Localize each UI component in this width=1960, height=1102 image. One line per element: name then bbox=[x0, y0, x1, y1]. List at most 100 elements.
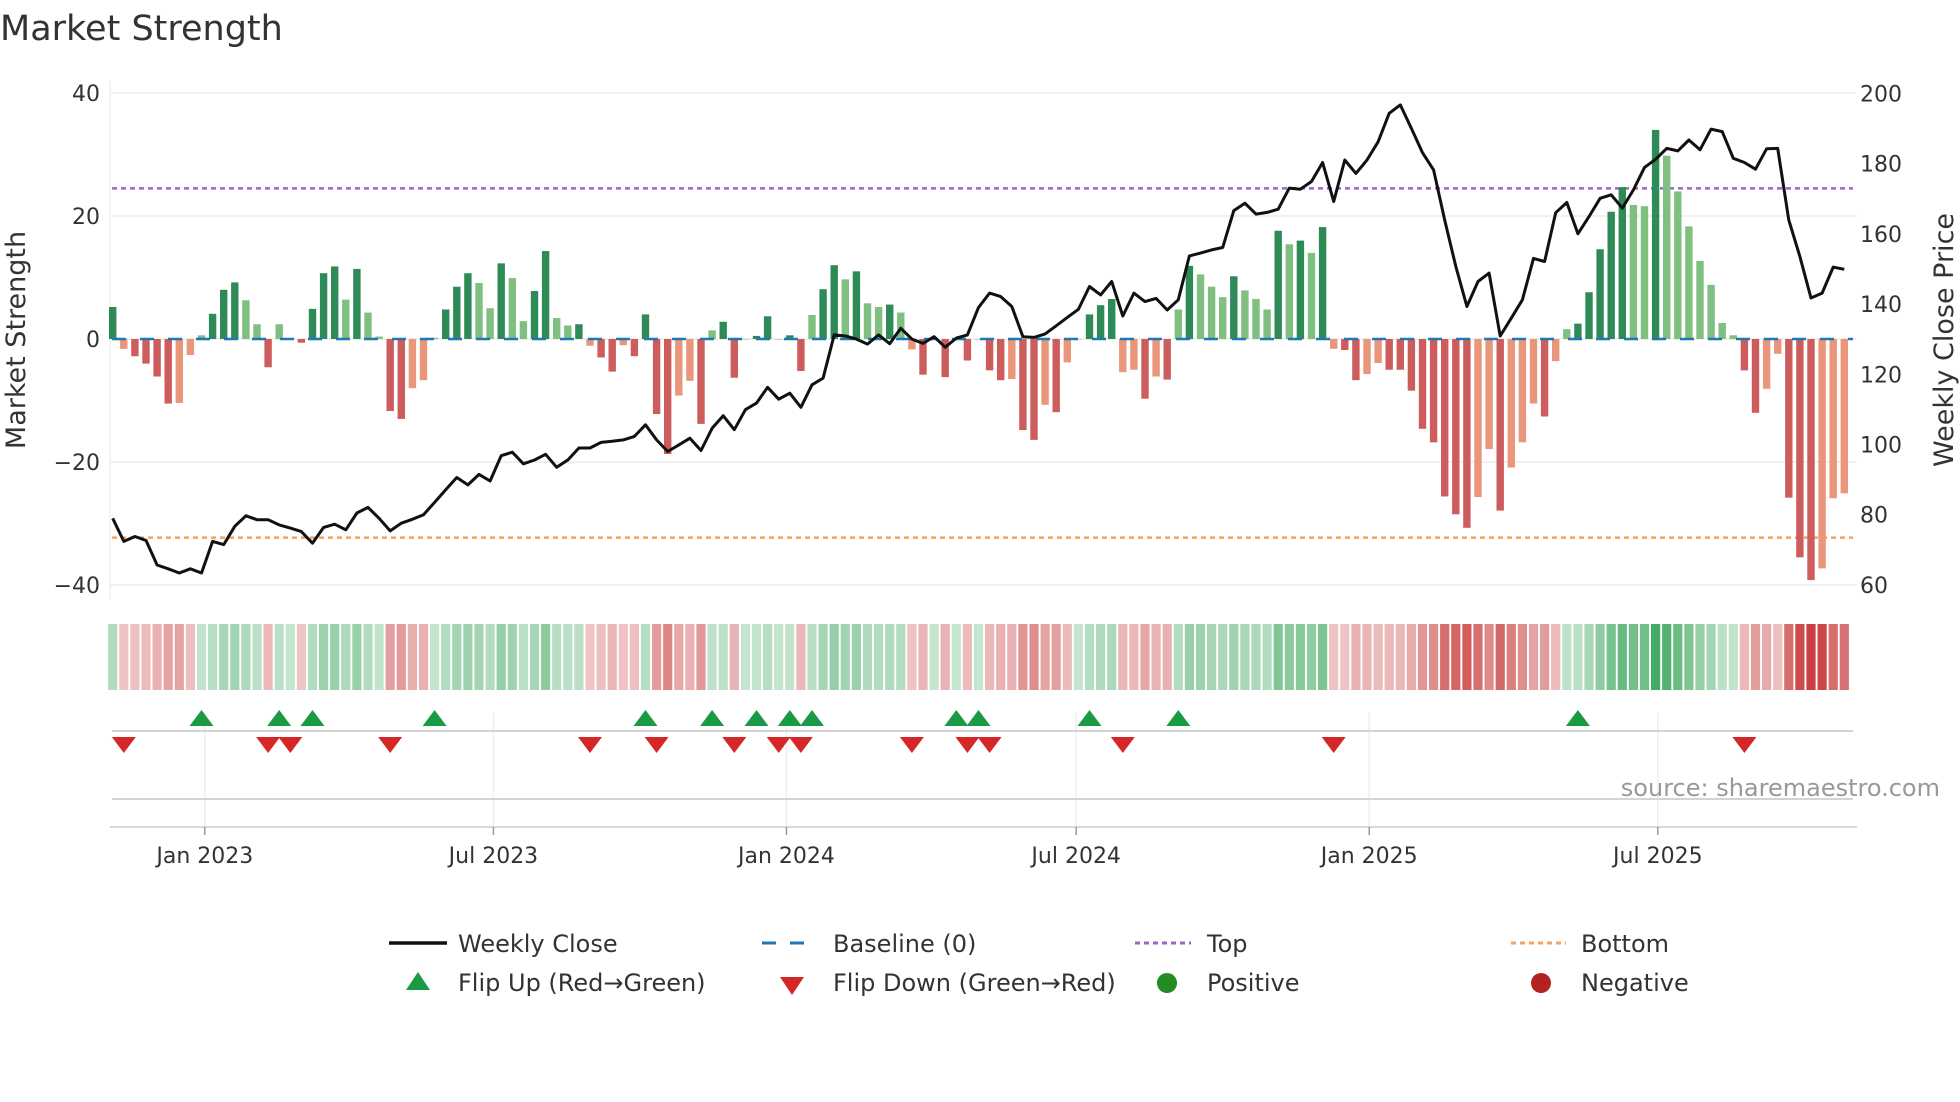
strip-cell bbox=[1628, 624, 1638, 690]
strip-cell bbox=[1151, 624, 1161, 690]
strip-cell bbox=[1329, 624, 1339, 690]
y2-tick-label: 180 bbox=[1860, 153, 1902, 178]
x-tick-label: Jan 2024 bbox=[736, 844, 835, 869]
strip-cell bbox=[274, 624, 284, 690]
strip-cell bbox=[418, 624, 429, 690]
strip-cell bbox=[1828, 624, 1838, 690]
strip-cell bbox=[1429, 624, 1439, 690]
strength-bar bbox=[1374, 339, 1382, 363]
legend-negative[interactable]: Negative bbox=[1581, 969, 1689, 997]
strength-bar bbox=[242, 300, 250, 339]
strength-bar bbox=[897, 312, 905, 339]
strip-cell bbox=[996, 624, 1006, 690]
legend-bottom[interactable]: Bottom bbox=[1581, 930, 1669, 958]
strip-cell bbox=[1395, 624, 1405, 690]
y2-tick-label: 140 bbox=[1860, 293, 1902, 318]
strength-bar bbox=[819, 289, 827, 339]
strip-cell bbox=[430, 624, 440, 690]
strength-bar bbox=[675, 339, 683, 396]
strength-bar bbox=[730, 339, 738, 378]
strip-cell bbox=[951, 624, 961, 690]
strength-bar bbox=[697, 339, 705, 424]
strength-bar bbox=[1507, 339, 1515, 468]
flip-down-marker bbox=[955, 737, 980, 753]
strip-cell bbox=[541, 624, 551, 690]
strip-cell bbox=[1528, 624, 1539, 690]
strip-cell bbox=[1551, 624, 1561, 690]
strip-cell bbox=[1562, 624, 1572, 690]
strength-bar bbox=[1163, 339, 1171, 380]
flip-down-marker bbox=[256, 737, 281, 753]
strength-bar bbox=[1030, 339, 1038, 440]
y2-tick-label: 120 bbox=[1860, 363, 1902, 388]
flip-down-marker bbox=[578, 737, 602, 753]
strip-cell bbox=[1795, 624, 1805, 690]
legend-weekly-close[interactable]: Weekly Close bbox=[458, 930, 618, 958]
strip-cell bbox=[1073, 624, 1083, 690]
strip-cell bbox=[851, 624, 861, 690]
y2-axis-title: Weekly Close Price bbox=[1929, 213, 1960, 467]
strength-bar bbox=[1585, 292, 1593, 339]
strip-cell bbox=[1784, 624, 1794, 690]
strip-cell bbox=[1295, 624, 1305, 690]
strength-bar bbox=[1052, 339, 1060, 413]
strength-bar bbox=[1607, 211, 1615, 339]
strip-cell bbox=[1262, 624, 1272, 690]
flip-up-marker bbox=[777, 710, 802, 726]
legend-top[interactable]: Top bbox=[1206, 930, 1248, 958]
strength-bar bbox=[1285, 244, 1293, 339]
strip-cell bbox=[1684, 624, 1694, 690]
strength-bar bbox=[1629, 204, 1638, 339]
legend-flip-up[interactable]: Flip Up (Red→Green) bbox=[458, 969, 706, 997]
strength-bar bbox=[863, 303, 872, 339]
strength-bar bbox=[175, 339, 183, 403]
legend-positive[interactable]: Positive bbox=[1207, 969, 1300, 997]
strip-cell bbox=[563, 624, 573, 690]
strip-cell bbox=[1373, 624, 1383, 690]
flip-down-marker bbox=[788, 737, 813, 753]
strip-cell bbox=[163, 624, 173, 690]
strength-bar bbox=[1096, 305, 1105, 339]
strength-bar bbox=[275, 324, 283, 339]
strip-cell bbox=[918, 624, 928, 690]
strength-bar bbox=[886, 304, 894, 339]
strip-cell bbox=[1318, 624, 1328, 690]
strength-bar bbox=[1796, 339, 1804, 558]
strength-bar bbox=[353, 268, 361, 339]
strip-cell bbox=[363, 624, 373, 690]
strip-cell bbox=[1240, 624, 1250, 690]
strength-bar bbox=[464, 273, 472, 339]
legend-flip-down[interactable]: Flip Down (Green→Red) bbox=[833, 969, 1116, 997]
strip-cell bbox=[1229, 624, 1239, 690]
strip-cell bbox=[1162, 624, 1172, 690]
strip-cell bbox=[774, 624, 784, 690]
y-tick-label: 0 bbox=[86, 328, 100, 353]
strip-cell bbox=[1839, 624, 1849, 690]
strip-cell bbox=[896, 624, 906, 690]
strip-cell bbox=[596, 624, 606, 690]
strip-cell bbox=[1051, 624, 1061, 690]
strength-bar bbox=[1529, 339, 1538, 404]
strip-cell bbox=[1617, 624, 1627, 690]
strength-bar bbox=[575, 324, 583, 339]
strength-bar bbox=[1829, 339, 1837, 499]
strip-cell bbox=[130, 624, 140, 690]
strength-bar bbox=[1474, 339, 1482, 498]
strip-cell bbox=[296, 624, 306, 690]
y2-tick-label: 200 bbox=[1860, 82, 1902, 107]
strength-bar bbox=[775, 339, 783, 340]
level-lines bbox=[112, 187, 1853, 539]
legend-baseline[interactable]: Baseline (0) bbox=[833, 930, 976, 958]
strip-cell bbox=[1140, 624, 1150, 690]
strength-bar bbox=[1618, 187, 1626, 339]
strip-cell bbox=[496, 624, 506, 690]
strip-cell bbox=[1451, 624, 1461, 690]
strength-bar bbox=[1341, 339, 1349, 351]
strip-cell bbox=[1406, 624, 1416, 690]
strip-cell bbox=[940, 624, 950, 690]
legend-positive-icon bbox=[1157, 973, 1177, 993]
x-tick-label: Jul 2023 bbox=[447, 844, 539, 869]
strip-cell bbox=[1495, 624, 1505, 690]
chart-title: Market Strength bbox=[0, 9, 283, 49]
flip-up-marker bbox=[189, 710, 214, 726]
